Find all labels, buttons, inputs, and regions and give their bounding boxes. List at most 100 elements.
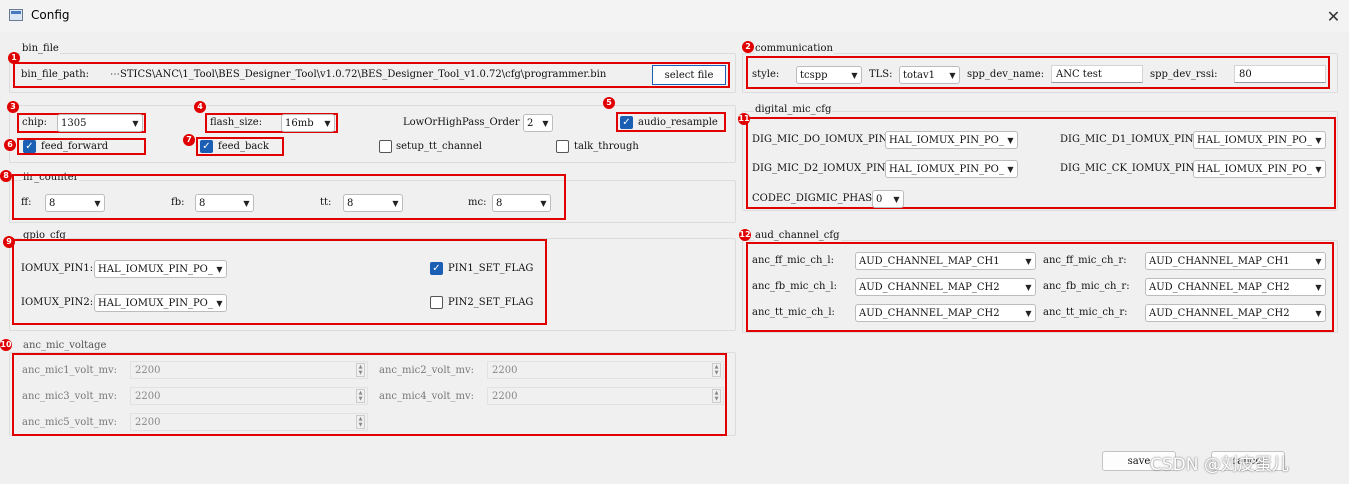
anc-mic4-spinbox[interactable]: 2200 ▲ ▼ (487, 387, 724, 405)
spin-arrows-icon[interactable]: ▲ ▼ (712, 389, 721, 403)
setup-tt-channel-checkbox[interactable] (379, 140, 392, 153)
codec-digmic-phase-select[interactable]: 0 ▼ (872, 190, 904, 208)
communication-title: communication (754, 43, 834, 54)
feed-forward-checkbox[interactable]: ✓ (23, 140, 36, 153)
spin-arrows-icon[interactable]: ▲ ▼ (712, 363, 721, 377)
iomux-pin1-value: HAL_IOMUX_PIN_PO_0 (98, 263, 213, 275)
style-label: style: (752, 69, 780, 80)
annotation-marker-1: 1 (8, 52, 20, 64)
annotation-marker-10: 10 (0, 339, 12, 351)
tls-label: TLS: (869, 69, 893, 80)
iir-mc-select[interactable]: 8 ▼ (492, 194, 551, 212)
order-select-value: 2 (527, 117, 534, 129)
chip-label: chip: (22, 117, 48, 128)
dig-mic-d2-select[interactable]: HAL_IOMUX_PIN_PO_3 ▼ (885, 160, 1018, 178)
iomux-pin2-value: HAL_IOMUX_PIN_PO_1 (98, 297, 213, 309)
dig-mic-d0-select[interactable]: HAL_IOMUX_PIN_PO_1 ▼ (885, 131, 1018, 149)
anc-tt-mic-ch-l-select[interactable]: AUD_CHANNEL_MAP_CH2 ▼ (855, 304, 1036, 322)
iir-fb-label: fb: (171, 197, 185, 208)
save-button-label: save (1127, 455, 1151, 467)
aud-channel-cfg-title: aud_channel_cfg (754, 230, 841, 241)
bin-file-path-label: bin_file_path: (21, 69, 90, 80)
close-icon[interactable]: ✕ (1318, 0, 1349, 32)
anc-mic1-value: 2200 (135, 364, 161, 376)
anc-mic1-spinbox[interactable]: 2200 ▲ ▼ (130, 361, 368, 379)
flash-size-select[interactable]: 16mb ▼ (281, 114, 335, 132)
anc-mic3-spinbox[interactable]: 2200 ▲ ▼ (130, 387, 368, 405)
anc-mic5-value: 2200 (135, 416, 161, 428)
bin-file-path-value: ⋯STICS\ANC\1_Tool\BES_Designer_Tool\v1.0… (110, 69, 607, 80)
chevron-down-icon: ▼ (94, 198, 101, 208)
iir-tt-select[interactable]: 8 ▼ (343, 194, 403, 212)
pin1-set-flag-checkbox[interactable]: ✓ (430, 262, 443, 275)
dig-mic-d1-value: HAL_IOMUX_PIN_PO_2 (1197, 134, 1312, 146)
iir-ff-select[interactable]: 8 ▼ (45, 194, 105, 212)
tls-select[interactable]: totav1 ▼ (899, 66, 960, 84)
order-select[interactable]: 2 ▼ (523, 114, 553, 132)
annotation-marker-4: 4 (194, 101, 206, 113)
spp-dev-rssi-input[interactable]: 80 (1234, 65, 1326, 83)
anc-mic5-label: anc_mic5_volt_mv: (22, 417, 118, 428)
anc-mic5-spinbox[interactable]: 2200 ▲ ▼ (130, 413, 368, 431)
anc-ff-mic-ch-l-select[interactable]: AUD_CHANNEL_MAP_CH1 ▼ (855, 252, 1036, 270)
chevron-down-icon: ▼ (851, 70, 858, 80)
annotation-marker-6: 6 (4, 139, 16, 151)
spin-arrows-icon[interactable]: ▲ ▼ (356, 363, 365, 377)
style-select[interactable]: tcspp ▼ (796, 66, 862, 84)
annotation-box-9 (12, 239, 547, 325)
annotation-marker-3: 3 (7, 101, 19, 113)
select-file-button[interactable]: select file (652, 65, 726, 85)
dig-mic-ck-value: HAL_IOMUX_PIN_PO_0 (1197, 163, 1312, 175)
talk-through-checkbox[interactable] (556, 140, 569, 153)
anc-mic2-spinbox[interactable]: 2200 ▲ ▼ (487, 361, 724, 379)
iomux-pin2-label: IOMUX_PIN2: (21, 297, 94, 308)
dig-mic-d1-select[interactable]: HAL_IOMUX_PIN_PO_2 ▼ (1193, 131, 1326, 149)
iir-mc-value: 8 (496, 197, 503, 209)
annotation-marker-7: 7 (183, 134, 195, 146)
anc-ff-mic-ch-r-select[interactable]: AUD_CHANNEL_MAP_CH1 ▼ (1145, 252, 1326, 270)
chevron-down-icon: ▼ (1315, 282, 1322, 292)
bin-file-group-title: bin_file (21, 43, 60, 54)
feed-back-checkbox[interactable]: ✓ (200, 140, 213, 153)
spin-arrows-icon[interactable]: ▲ ▼ (356, 389, 365, 403)
digital-mic-cfg-title: digital_mic_cfg (754, 104, 833, 115)
pin2-set-flag-label: PIN2_SET_FLAG (448, 297, 534, 308)
chevron-down-icon: ▼ (1025, 282, 1032, 292)
dig-mic-d2-label: DIG_MIC_D2_IOMUX_PIN: (752, 163, 889, 174)
dig-mic-ck-label: DIG_MIC_CK_IOMUX_PIN: (1060, 163, 1198, 174)
spp-dev-name-input[interactable]: ANC test (1051, 65, 1143, 83)
feed-back-label: feed_back (218, 141, 269, 152)
annotation-marker-2: 2 (742, 41, 754, 53)
iir-ff-label: ff: (21, 197, 32, 208)
iomux-pin2-select[interactable]: HAL_IOMUX_PIN_PO_1 ▼ (94, 294, 227, 312)
dig-mic-d0-label: DIG_MIC_DO_IOMUX_PIN: (752, 134, 891, 145)
chip-select[interactable]: 1305 ▼ (57, 114, 143, 132)
iir-fb-value: 8 (199, 197, 206, 209)
anc-mic2-value: 2200 (492, 364, 518, 376)
iir-ff-value: 8 (49, 197, 56, 209)
codec-digmic-phase-value: 0 (876, 193, 883, 205)
anc-fb-mic-ch-l-select[interactable]: AUD_CHANNEL_MAP_CH2 ▼ (855, 278, 1036, 296)
annotation-marker-12: 12 (739, 229, 751, 241)
chevron-down-icon: ▼ (1315, 256, 1322, 266)
anc-tt-mic-ch-r-value: AUD_CHANNEL_MAP_CH2 (1149, 307, 1290, 319)
title-bar (0, 0, 1349, 32)
dig-mic-ck-select[interactable]: HAL_IOMUX_PIN_PO_0 ▼ (1193, 160, 1326, 178)
spin-arrows-icon[interactable]: ▲ ▼ (356, 415, 365, 429)
chevron-down-icon: ▼ (1025, 256, 1032, 266)
anc-fb-mic-ch-r-select[interactable]: AUD_CHANNEL_MAP_CH2 ▼ (1145, 278, 1326, 296)
iir-fb-select[interactable]: 8 ▼ (195, 194, 254, 212)
chevron-down-icon: ▼ (1315, 164, 1322, 174)
anc-tt-mic-ch-r-select[interactable]: AUD_CHANNEL_MAP_CH2 ▼ (1145, 304, 1326, 322)
chevron-down-icon: ▼ (1315, 308, 1322, 318)
audio-resample-label: audio_resample (638, 117, 718, 128)
anc-ff-mic-ch-l-label: anc_ff_mic_ch_l: (752, 255, 834, 266)
app-icon (9, 9, 23, 21)
iomux-pin1-select[interactable]: HAL_IOMUX_PIN_PO_0 ▼ (94, 260, 227, 278)
codec-digmic-phase-label: CODEC_DIGMIC_PHASE: (752, 193, 883, 204)
audio-resample-checkbox[interactable]: ✓ (620, 116, 633, 129)
anc-mic2-label: anc_mic2_volt_mv: (379, 365, 475, 376)
pin2-set-flag-checkbox[interactable] (430, 296, 443, 309)
dig-mic-d0-value: HAL_IOMUX_PIN_PO_1 (889, 134, 1004, 146)
chevron-down-icon: ▼ (216, 298, 223, 308)
